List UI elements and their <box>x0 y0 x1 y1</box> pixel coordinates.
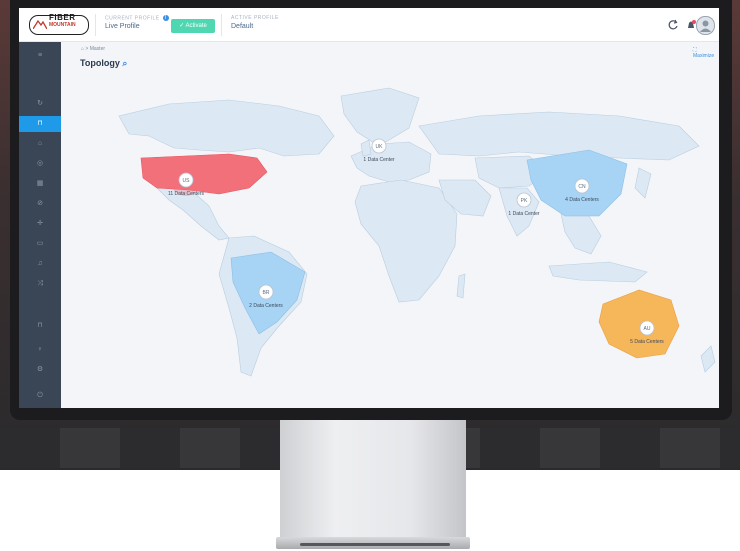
page-title-text: Topology <box>80 58 120 68</box>
sidebar: ≡ ↻ ⊓ ⌂ ◎ ▦ ⊘ ✛ ▭ ♫ ⤨ ⊓ ♀ ⚙ ⏻ <box>19 42 61 408</box>
marker-label: 1 Data Center <box>508 211 539 217</box>
sidebar-item-refresh[interactable]: ↻ <box>19 96 61 112</box>
app-screen: FIBER MOUNTAIN CURRENT PROFILE i Live Pro… <box>19 8 719 408</box>
marker-label: 11 Data Centers <box>168 191 205 197</box>
page-title: Topology ⌕ <box>80 58 127 69</box>
usa-region <box>140 153 268 195</box>
logo-sub: MOUNTAIN <box>49 22 76 28</box>
sidebar-item-monitor[interactable]: ▭ <box>19 236 61 252</box>
sidebar-item-bell[interactable]: ♫ <box>19 256 61 272</box>
active-profile-value: Default <box>231 23 254 30</box>
sidebar-item-user[interactable]: ♀ <box>19 342 61 358</box>
marker-code: UK <box>376 144 384 150</box>
user-avatar-icon <box>700 20 711 32</box>
sidebar-item-database[interactable]: ◎ <box>19 156 61 172</box>
sidebar-item-settings[interactable]: ⚙ <box>19 362 61 378</box>
sidebar-item-network[interactable]: ✛ <box>19 216 61 232</box>
sidebar-item-briefcase[interactable]: ⌂ <box>19 136 61 152</box>
home-icon[interactable]: ⌂ <box>81 46 84 52</box>
marker-code: AU <box>644 326 651 332</box>
sidebar-item-compass[interactable]: ⊘ <box>19 196 61 212</box>
madagascar-shape <box>456 273 466 299</box>
sidebar-item-shuffle[interactable]: ⤨ <box>19 276 61 292</box>
active-profile-label: ACTIVE PROFILE <box>231 15 279 21</box>
breadcrumb-separator: > <box>85 46 89 52</box>
sidebar-item-lock[interactable]: ⊓ <box>19 318 61 334</box>
breadcrumb: ⌂ > Master <box>81 46 105 52</box>
sidebar-item-power[interactable]: ⏻ <box>19 388 61 404</box>
marker-label: 4 Data Centers <box>565 197 599 203</box>
maximize-button[interactable]: ⛶ Maximize <box>693 47 719 59</box>
activate-button[interactable]: ✓ Activate <box>171 19 215 33</box>
compass-icon: ⊘ <box>37 200 43 207</box>
mountain-icon <box>33 19 47 29</box>
africa-shape <box>354 179 458 303</box>
sidebar-item-menu[interactable]: ≡ <box>19 48 61 64</box>
user-icon: ♀ <box>37 346 43 353</box>
monitor-stand <box>280 420 466 540</box>
current-profile-label: CURRENT PROFILE <box>105 15 160 22</box>
bell-icon: ♫ <box>37 260 43 267</box>
maximize-label: Maximize <box>693 53 715 59</box>
network-icon: ✛ <box>37 220 43 227</box>
shuffle-icon: ⤨ <box>37 280 43 287</box>
monitor-icon: ▭ <box>36 240 44 247</box>
monitor-stand-shadow <box>300 543 450 546</box>
world-map[interactable]: US 11 Data Centers UK 1 Data Center PK 1 Data… <box>79 76 719 408</box>
database-icon: ◎ <box>36 160 44 167</box>
settings-icon: ⚙ <box>36 366 44 373</box>
indonesia-shape <box>548 261 648 283</box>
divider <box>221 14 222 36</box>
refresh-icon: ↻ <box>37 100 43 107</box>
russia-shape <box>418 111 700 161</box>
japan-shape <box>634 167 652 199</box>
monitor-bezel: FIBER MOUNTAIN CURRENT PROFILE i Live Pro… <box>10 0 732 420</box>
active-profile[interactable]: ACTIVE PROFILE Default <box>231 15 279 30</box>
avatar[interactable] <box>696 16 715 35</box>
topology-icon: ⊓ <box>37 120 43 127</box>
menu-icon: ≡ <box>37 52 43 59</box>
refresh-icon[interactable] <box>666 18 680 32</box>
canada-shape <box>118 99 335 157</box>
greenland-shape <box>340 87 420 147</box>
logo-name: FIBER <box>49 13 76 22</box>
divider <box>95 14 96 36</box>
briefcase-icon: ⌂ <box>37 140 43 147</box>
marker-label: 2 Data Centers <box>249 303 283 309</box>
lock-icon: ⊓ <box>37 322 43 329</box>
marker-code: CN <box>578 184 586 190</box>
marker-code: BR <box>263 290 270 296</box>
breadcrumb-current[interactable]: Master <box>90 46 105 52</box>
sidebar-item-topology[interactable]: ⊓ <box>19 116 61 132</box>
marker-code: PK <box>521 198 528 204</box>
power-icon: ⏻ <box>37 392 43 399</box>
new-zealand-shape <box>700 345 716 373</box>
marker-code: US <box>183 178 191 184</box>
uk-shape <box>360 139 372 157</box>
sidebar-item-grid[interactable]: ▦ <box>19 176 61 192</box>
top-bar: FIBER MOUNTAIN CURRENT PROFILE i Live Pro… <box>19 8 719 42</box>
fiber-mountain-logo[interactable]: FIBER MOUNTAIN <box>29 13 89 35</box>
grid-icon: ▦ <box>36 180 44 187</box>
current-profile[interactable]: CURRENT PROFILE i Live Profile <box>105 15 169 30</box>
marker-label: 1 Data Center <box>363 157 394 163</box>
southeast-asia-shape <box>560 213 602 255</box>
info-icon[interactable]: i <box>162 15 169 21</box>
marker-label: 5 Data Centers <box>630 339 664 345</box>
current-profile-value: Live Profile <box>105 23 140 31</box>
search-icon[interactable]: ⌕ <box>122 58 127 68</box>
